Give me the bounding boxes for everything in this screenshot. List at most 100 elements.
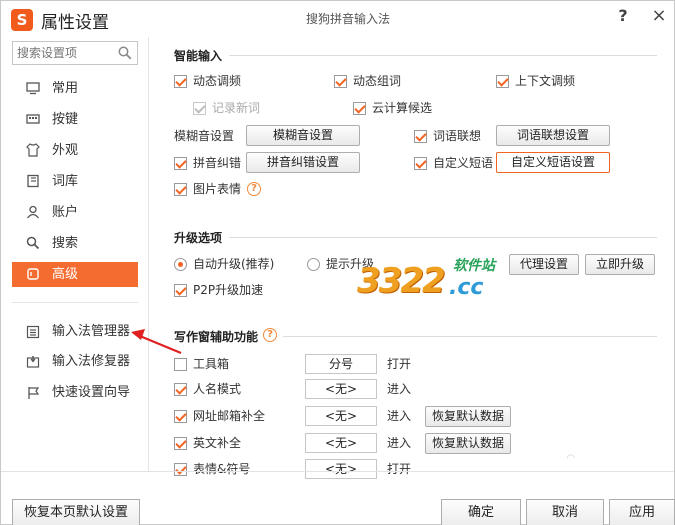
- section-divider: [283, 336, 657, 337]
- sidebar-item-label: 常用: [52, 81, 79, 96]
- sidebar-tool-ime-repair[interactable]: 输入法修复器: [12, 351, 148, 373]
- sidebar-item-label: 外观: [52, 143, 79, 158]
- fuzzy-sound-label: 模糊音设置: [174, 129, 235, 143]
- settings-search-input[interactable]: [17, 45, 117, 61]
- sidebar-item-common[interactable]: 常用: [12, 76, 138, 101]
- english-restore-button[interactable]: 恢复默认数据: [425, 433, 511, 454]
- checkbox-box[interactable]: [174, 410, 187, 423]
- checkbox-label: 拼音纠错: [193, 156, 242, 170]
- toolbox-action-label: 打开: [387, 357, 412, 371]
- cancel-button[interactable]: 取消: [526, 499, 604, 525]
- sogou-logo-icon: S: [11, 9, 33, 31]
- sidebar-item-label: 账户: [52, 205, 79, 220]
- section-title-smart-input: 智能输入: [174, 49, 223, 63]
- settings-window: S 属性设置 搜狗拼音输入法 ? × 常用 按键 外观 词库: [0, 0, 675, 525]
- checkbox-label: 记录新词: [212, 101, 261, 115]
- sidebar-item-search[interactable]: 搜索: [12, 231, 138, 256]
- radio-dot[interactable]: [307, 258, 320, 271]
- sidebar-tool-label: 输入法修复器: [52, 354, 131, 369]
- shirt-icon: [26, 143, 40, 157]
- sidebar-tool-ime-manager[interactable]: 输入法管理器: [12, 321, 148, 343]
- toolbox-key-field[interactable]: 分号: [305, 354, 377, 374]
- name-mode-action-label: 进入: [387, 382, 412, 396]
- checkbox-label: 自定义短语: [433, 156, 494, 170]
- sidebar-item-account[interactable]: 账户: [12, 200, 138, 225]
- restore-page-defaults-button[interactable]: 恢复本页默认设置: [12, 499, 140, 525]
- checkbox-box[interactable]: [174, 183, 187, 196]
- pinyin-correction-settings-button[interactable]: 拼音纠错设置: [246, 152, 360, 173]
- apply-button[interactable]: 应用: [609, 499, 675, 525]
- radio-label: 自动升级(推荐): [193, 257, 275, 271]
- repair-icon: [26, 356, 40, 368]
- help-question-icon[interactable]: ?: [263, 328, 277, 342]
- sidebar-divider: [148, 37, 149, 471]
- section-divider: [229, 55, 657, 56]
- checkbox-label: 图片表情: [193, 182, 242, 196]
- checkbox-box[interactable]: [174, 157, 187, 170]
- help-question-icon[interactable]: ?: [247, 182, 261, 196]
- checkbox-box[interactable]: [334, 75, 347, 88]
- checkbox-box[interactable]: [193, 102, 206, 115]
- watermark-top-text: 软件站: [453, 258, 495, 274]
- checkbox-box[interactable]: [353, 102, 366, 115]
- sidebar-item-label: 词库: [52, 174, 79, 189]
- checkbox-box[interactable]: [174, 463, 187, 476]
- checkbox-box[interactable]: [174, 383, 187, 396]
- advanced-icon: [27, 268, 39, 280]
- section-title-upgrade: 升级选项: [174, 231, 223, 245]
- sidebar-item-label: 搜索: [52, 236, 79, 251]
- checkbox-label: 云计算候选: [372, 101, 433, 115]
- search-icon[interactable]: [118, 46, 132, 60]
- radio-dot[interactable]: [174, 258, 187, 271]
- close-button[interactable]: ×: [649, 5, 669, 27]
- settings-search-box[interactable]: [12, 41, 138, 65]
- window-title: 属性设置: [41, 13, 109, 33]
- sidebar-item-appearance[interactable]: 外观: [12, 138, 138, 163]
- help-button[interactable]: ?: [613, 6, 633, 28]
- checkbox-box[interactable]: [414, 130, 427, 143]
- bottom-divider: [1, 471, 674, 472]
- sidebar-item-dictionary[interactable]: 词库: [12, 169, 138, 194]
- checkbox-label: 网址邮箱补全: [193, 409, 266, 423]
- title-bar[interactable]: S 属性设置 搜狗拼音输入法 ? ×: [1, 1, 674, 37]
- section-divider: [229, 237, 657, 238]
- user-icon: [26, 205, 40, 219]
- checkbox-label: 动态组词: [353, 74, 402, 88]
- checkbox-box[interactable]: [174, 284, 187, 297]
- sidebar: 常用 按键 外观 词库 账户 搜索 高级 输入法管理器: [1, 37, 149, 525]
- checkbox-label: 动态调频: [193, 74, 242, 88]
- watermark-cc-text: .cc: [449, 275, 484, 300]
- resize-grip-icon: ◜◝: [567, 453, 575, 464]
- url-email-key-field[interactable]: <无>: [305, 406, 377, 426]
- name-mode-key-field[interactable]: <无>: [305, 379, 377, 399]
- checkbox-box[interactable]: [174, 358, 187, 371]
- emoji-symbols-action-label: 打开: [387, 462, 412, 476]
- checkbox-box[interactable]: [496, 75, 509, 88]
- word-association-settings-button[interactable]: 词语联想设置: [496, 125, 610, 146]
- sidebar-item-keys[interactable]: 按键: [12, 107, 138, 132]
- custom-phrase-settings-button[interactable]: 自定义短语设置: [496, 152, 610, 173]
- emoji-symbols-key-field[interactable]: <无>: [305, 459, 377, 479]
- checkbox-box[interactable]: [174, 437, 187, 450]
- ok-button[interactable]: 确定: [441, 499, 521, 525]
- sidebar-item-label: 按键: [52, 112, 79, 127]
- keyboard-icon: [26, 114, 40, 124]
- checkbox-label: 工具箱: [193, 357, 230, 371]
- flag-icon: [28, 387, 40, 399]
- site-watermark: 软件站 3322 .cc: [353, 253, 523, 305]
- checkbox-box[interactable]: [174, 75, 187, 88]
- upgrade-now-button[interactable]: 立即升级: [585, 254, 655, 275]
- sidebar-item-advanced[interactable]: 高级: [12, 262, 138, 287]
- url-email-restore-button[interactable]: 恢复默认数据: [425, 406, 511, 427]
- checkbox-label: 上下文调频: [515, 74, 576, 88]
- english-key-field[interactable]: <无>: [305, 433, 377, 453]
- url-email-action-label: 进入: [387, 409, 412, 423]
- checkbox-label: 英文补全: [193, 436, 242, 450]
- checkbox-label: 词语联想: [433, 129, 482, 143]
- sidebar-separator: [12, 302, 138, 303]
- sidebar-tool-quick-setup[interactable]: 快速设置向导: [12, 382, 148, 404]
- fuzzy-sound-settings-button[interactable]: 模糊音设置: [246, 125, 360, 146]
- checkbox-box[interactable]: [414, 157, 427, 170]
- watermark-main-text: 3322: [357, 261, 446, 301]
- sidebar-tool-label: 快速设置向导: [52, 385, 131, 400]
